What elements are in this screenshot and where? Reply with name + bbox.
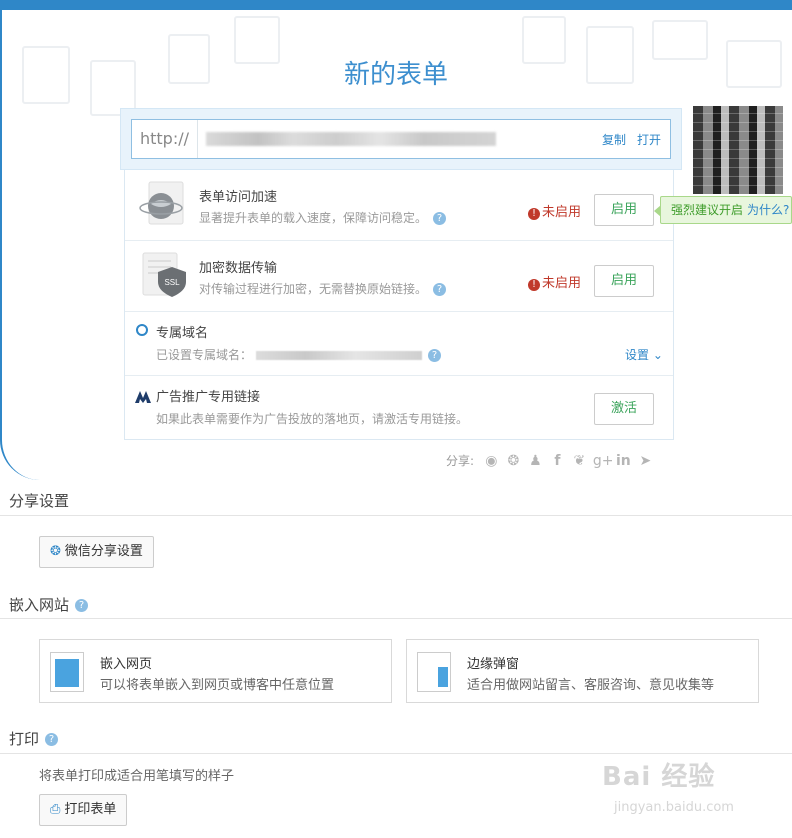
ssl-icon-text: SSL	[164, 278, 180, 287]
wechat-icon[interactable]: ❂	[505, 453, 522, 469]
feature-panel: 表单访问加速 显著提升表单的载入速度，保障访问稳定。? ! 未启用 启用 SSL …	[124, 170, 674, 440]
edge-popup-card[interactable]: 边缘弹窗 适合用做网站留言、客服咨询、意见收集等	[406, 639, 759, 703]
copy-link[interactable]: 复制	[602, 131, 626, 148]
share-settings-title: 分享设置	[9, 492, 70, 510]
card-desc: 可以将表单嵌入到网页或博客中任意位置	[100, 678, 335, 693]
section-title-text: 嵌入网站	[9, 596, 70, 614]
help-icon[interactable]: ?	[428, 349, 442, 362]
settings-label: 设置	[625, 348, 650, 362]
tip-text: 强烈建议开启	[671, 203, 744, 217]
section-title-text: 打印	[9, 730, 40, 748]
alert-icon: !	[528, 279, 540, 291]
help-icon[interactable]: ?	[45, 733, 59, 746]
form-url-area: http:// 复制 打开	[120, 108, 682, 170]
qr-code-image[interactable]	[693, 106, 783, 194]
telegram-icon[interactable]: ➤	[637, 453, 654, 469]
ad-link-title: 广告推广专用链接	[156, 390, 261, 405]
button-label: 打印表单	[64, 802, 117, 817]
feature-row-ad-link: 广告推广专用链接 如果此表单需要作为广告投放的落地页，请激活专用链接。 激活	[125, 376, 673, 440]
help-icon[interactable]: ?	[433, 283, 447, 296]
feature-title: 加密数据传输	[199, 261, 278, 276]
share-bar: 分享: ◉ ❂ ♟ f ❦ g+ in ➤	[446, 452, 654, 469]
page-title: 新的表单	[343, 60, 448, 90]
google-plus-icon[interactable]: g+	[593, 453, 614, 469]
ad-link-icon	[135, 391, 151, 403]
watermark-url: jingyan.baidu.com	[614, 800, 734, 815]
enable-ssl-button[interactable]: 启用	[594, 265, 654, 297]
print-section-title: 打印?	[9, 728, 59, 749]
why-link[interactable]: 为什么?	[747, 203, 789, 217]
domain-globe-icon	[136, 324, 148, 336]
domain-settings-link[interactable]: 设置 ⌄	[625, 346, 663, 363]
edge-popup-icon	[417, 652, 451, 692]
open-link[interactable]: 打开	[637, 131, 661, 148]
card-title: 嵌入网页	[100, 657, 153, 672]
share-label: 分享:	[446, 454, 475, 468]
feature-row-domain: 专属域名 已设置专属域名：? 设置 ⌄	[125, 312, 673, 376]
card-desc: 适合用做网站留言、客服咨询、意见收集等	[467, 678, 715, 693]
feature-desc: 对传输过程进行加密，无需替换原始链接。?	[199, 280, 447, 297]
help-icon[interactable]: ?	[75, 599, 89, 612]
enable-speed-button[interactable]: 启用	[594, 194, 654, 226]
feature-row-ssl: SSL 加密数据传输 对传输过程进行加密，无需替换原始链接。? ! 未启用 启用	[125, 241, 673, 312]
printer-icon: ⎙	[50, 802, 61, 817]
feature-title: 表单访问加速	[199, 190, 278, 205]
card-title: 边缘弹窗	[467, 657, 520, 672]
chevron-down-icon: ⌄	[652, 348, 663, 362]
url-prefix: http://	[132, 120, 198, 158]
status-text: 未启用	[542, 205, 582, 220]
domain-blurred-value	[256, 351, 423, 360]
globe-speed-icon	[139, 181, 184, 225]
print-form-button[interactable]: ⎙ 打印表单	[39, 794, 128, 826]
status-badge: ! 未启用	[528, 272, 581, 291]
facebook-icon[interactable]: f	[549, 453, 566, 469]
embed-webpage-card[interactable]: 嵌入网页 可以将表单嵌入到网页或博客中任意位置	[39, 639, 392, 703]
embed-webpage-icon	[50, 652, 84, 692]
qq-icon[interactable]: ♟	[527, 453, 544, 469]
url-blurred-text	[206, 132, 496, 146]
baidu-watermark: Bai 经验	[602, 762, 716, 792]
divider	[0, 753, 792, 754]
domain-desc-text: 已设置专属域名：	[156, 348, 253, 362]
status-text: 未启用	[542, 276, 582, 291]
ad-link-desc: 如果此表单需要作为广告投放的落地页，请激活专用链接。	[156, 412, 469, 426]
feature-row-speed: 表单访问加速 显著提升表单的载入速度，保障访问稳定。? ! 未启用 启用	[125, 170, 673, 241]
twitter-icon[interactable]: ❦	[571, 453, 588, 469]
divider	[0, 618, 792, 619]
print-desc: 将表单打印成适合用笔填写的样子	[39, 769, 235, 784]
activate-ad-link-button[interactable]: 激活	[594, 393, 654, 425]
linkedin-icon[interactable]: in	[615, 453, 632, 469]
domain-desc: 已设置专属域名：?	[156, 346, 442, 363]
wechat-icon: ❂	[50, 544, 61, 559]
embed-section-title: 嵌入网站?	[9, 594, 89, 615]
ssl-shield-icon: SSL	[142, 252, 186, 297]
status-badge: ! 未启用	[528, 201, 581, 220]
alert-icon: !	[528, 208, 540, 220]
domain-title: 专属域名	[156, 326, 209, 341]
wechat-share-settings-button[interactable]: ❂ 微信分享设置	[39, 536, 154, 568]
feature-desc-text: 显著提升表单的载入速度，保障访问稳定。	[199, 211, 428, 225]
recommend-tooltip: 强烈建议开启 为什么?	[654, 196, 792, 224]
feature-desc-text: 对传输过程进行加密，无需替换原始链接。	[199, 282, 428, 296]
form-url-input[interactable]: http:// 复制 打开	[131, 119, 671, 159]
button-label: 微信分享设置	[64, 544, 143, 559]
help-icon[interactable]: ?	[433, 212, 447, 225]
top-bar	[0, 0, 792, 10]
feature-desc: 显著提升表单的载入速度，保障访问稳定。?	[199, 209, 447, 226]
weibo-icon[interactable]: ◉	[483, 453, 500, 469]
divider	[0, 515, 792, 516]
